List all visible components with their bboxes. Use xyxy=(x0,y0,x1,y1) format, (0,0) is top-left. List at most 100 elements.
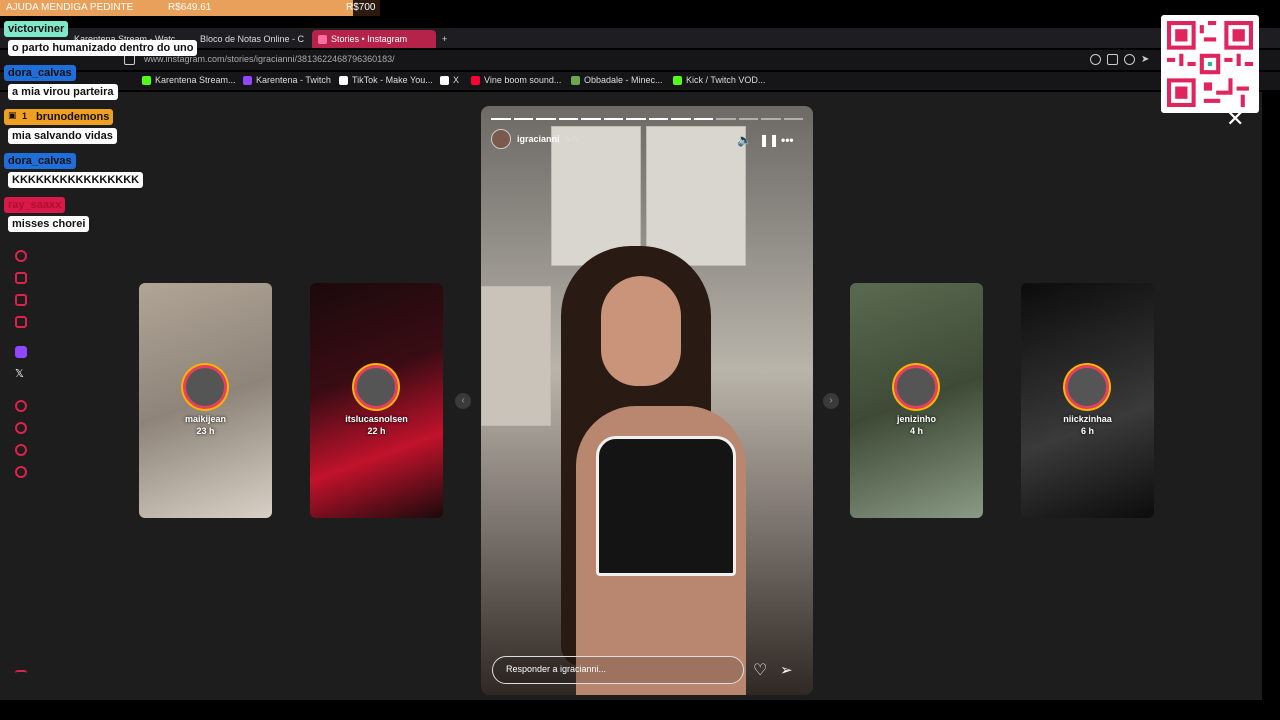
instagram-icon xyxy=(318,34,327,44)
progress-segment xyxy=(738,118,758,120)
next-story-button[interactable]: › xyxy=(823,393,839,409)
pause-icon[interactable]: ❚❚ xyxy=(759,133,779,147)
story-card-maikijean[interactable]: maikijean 23 h xyxy=(139,283,272,518)
reply-input[interactable]: Responder a igracianni... xyxy=(492,656,744,684)
story-card-jenizinho[interactable]: jenizinho 4 h xyxy=(850,283,983,518)
avatar xyxy=(354,365,398,409)
puzzle-icon[interactable] xyxy=(15,444,27,456)
chat-message: a mia virou parteira xyxy=(8,84,118,100)
progress-segment xyxy=(626,118,646,120)
progress-segment xyxy=(558,118,578,120)
bookmark-label: Kick / Twitch VOD... xyxy=(686,75,766,85)
story-age: 22 h xyxy=(367,426,386,436)
donation-goal-target: R$700 xyxy=(346,2,376,13)
bookmark-x[interactable]: X xyxy=(440,75,459,85)
tab-instagram-stories[interactable]: Stories • Instagram xyxy=(312,30,436,48)
bag-icon[interactable] xyxy=(15,272,27,284)
progress-segment xyxy=(671,118,691,120)
person-face xyxy=(601,276,681,386)
refresh-icon[interactable] xyxy=(15,250,27,262)
send-icon[interactable]: ➤ xyxy=(1141,54,1152,65)
wall xyxy=(481,286,551,426)
story-username: maikijean xyxy=(184,414,227,424)
bookmark-obbadale[interactable]: Obbadale - Minec... xyxy=(571,75,663,85)
story-time: 5 h xyxy=(565,134,579,144)
send-icon[interactable]: ➢ xyxy=(780,661,793,679)
progress-segment xyxy=(648,118,668,120)
story-username: niickzinhaa xyxy=(1063,414,1112,424)
avatar[interactable] xyxy=(491,129,511,149)
new-tab-button[interactable]: + xyxy=(436,30,454,48)
progress-segment xyxy=(491,118,511,120)
twitch-icon[interactable] xyxy=(15,346,27,358)
donation-goal-title: AJUDA MENDIGA PEDINTE xyxy=(6,2,134,13)
bookmark-star-icon[interactable] xyxy=(1090,54,1101,65)
progress-segment xyxy=(581,118,601,120)
bookmark-label: TikTok - Make You... xyxy=(352,75,433,85)
sub-badge-icon: ▣ xyxy=(8,110,17,120)
chat-username: ray_saaxx xyxy=(4,197,66,213)
main-story[interactable]: igracianni 5 h 🔈 ❚❚ ••• Responder a igra… xyxy=(481,106,813,695)
bookmark-vine-boom[interactable]: Vine boom sound... xyxy=(471,75,561,85)
progress-segment xyxy=(603,118,623,120)
story-age: 23 h xyxy=(196,426,215,436)
tab-bloco-de-notas[interactable]: Bloco de Notas Online - C xyxy=(190,30,304,48)
story-card-itslucasnolsen[interactable]: itslucasnolsen 22 h xyxy=(310,283,443,518)
collapse-icon[interactable] xyxy=(15,670,27,676)
youtube-icon xyxy=(471,75,480,85)
progress-segment xyxy=(536,118,556,120)
progress-segment xyxy=(693,118,713,120)
bookmark-kick-twitch-vod[interactable]: Kick / Twitch VOD... xyxy=(673,75,765,85)
person-top xyxy=(596,436,736,576)
bookmark-karentena-twitch[interactable]: Karentena - Twitch xyxy=(243,75,331,85)
story-card-niickzinhaa[interactable]: niickzinhaa 6 h xyxy=(1021,283,1154,518)
qr-code-graphic xyxy=(1167,21,1253,107)
bookmark-label: Vine boom sound... xyxy=(484,75,562,85)
speaker-icon[interactable]: 🔈 xyxy=(737,133,752,147)
previous-story-button[interactable]: ‹ xyxy=(455,393,471,409)
chat-username: dora_calvas xyxy=(4,65,76,81)
sub-badge-count: 1 xyxy=(22,111,28,121)
extensions-icon[interactable] xyxy=(1107,54,1118,65)
qr-code xyxy=(1161,15,1259,113)
progress-segment xyxy=(716,118,736,120)
x-icon xyxy=(440,75,449,85)
minecraft-icon xyxy=(571,75,580,85)
more-icon[interactable]: ••• xyxy=(781,133,794,147)
twitch-icon xyxy=(243,75,252,85)
kick-icon xyxy=(673,75,682,85)
bookmark-label: Karentena - Twitch xyxy=(256,75,331,85)
tab-label: Bloco de Notas Online - C xyxy=(200,34,304,44)
bookmarks-bar: Karentena Stream... Karentena - Twitch T… xyxy=(0,72,1280,90)
donation-goal-bar: AJUDA MENDIGA PEDINTE R$649.61 R$700 xyxy=(0,0,380,16)
donation-goal-current: R$649.61 xyxy=(168,2,212,13)
x-icon[interactable]: 𝕏 xyxy=(15,368,27,380)
chat-message: misses chorei xyxy=(8,216,90,232)
bookmark-karentena-stream[interactable]: Karentena Stream... xyxy=(142,75,236,85)
progress-segment xyxy=(783,118,803,120)
tiktok-icon xyxy=(339,75,348,85)
story-progress-bar xyxy=(491,118,803,120)
shield-icon[interactable] xyxy=(1124,54,1135,65)
story-age: 4 h xyxy=(909,426,923,436)
story-age: 6 h xyxy=(1080,426,1094,436)
heart-icon[interactable]: ♡ xyxy=(753,660,767,680)
clock-icon[interactable] xyxy=(15,422,27,434)
media-icon[interactable] xyxy=(15,316,27,328)
target-icon[interactable] xyxy=(15,400,27,412)
tab-label: Stories • Instagram xyxy=(331,34,408,44)
avatar xyxy=(1065,365,1109,409)
bookmark-tiktok[interactable]: TikTok - Make You... xyxy=(339,75,433,85)
gear-icon[interactable] xyxy=(15,466,27,478)
chat-message: o parto humanizado dentro do uno xyxy=(8,40,198,56)
chat-username: victorviner xyxy=(4,21,69,37)
chat-icon[interactable] xyxy=(15,294,27,306)
progress-segment xyxy=(513,118,533,120)
avatar xyxy=(894,365,938,409)
avatar xyxy=(183,365,227,409)
chat-message: mia salvando vidas xyxy=(8,128,117,144)
chat-username: brunodemons xyxy=(4,109,114,125)
story-username[interactable]: igracianni xyxy=(517,134,560,144)
story-header: igracianni 5 h 🔈 ❚❚ ••• xyxy=(491,128,803,150)
bookmark-label: X xyxy=(453,75,460,85)
